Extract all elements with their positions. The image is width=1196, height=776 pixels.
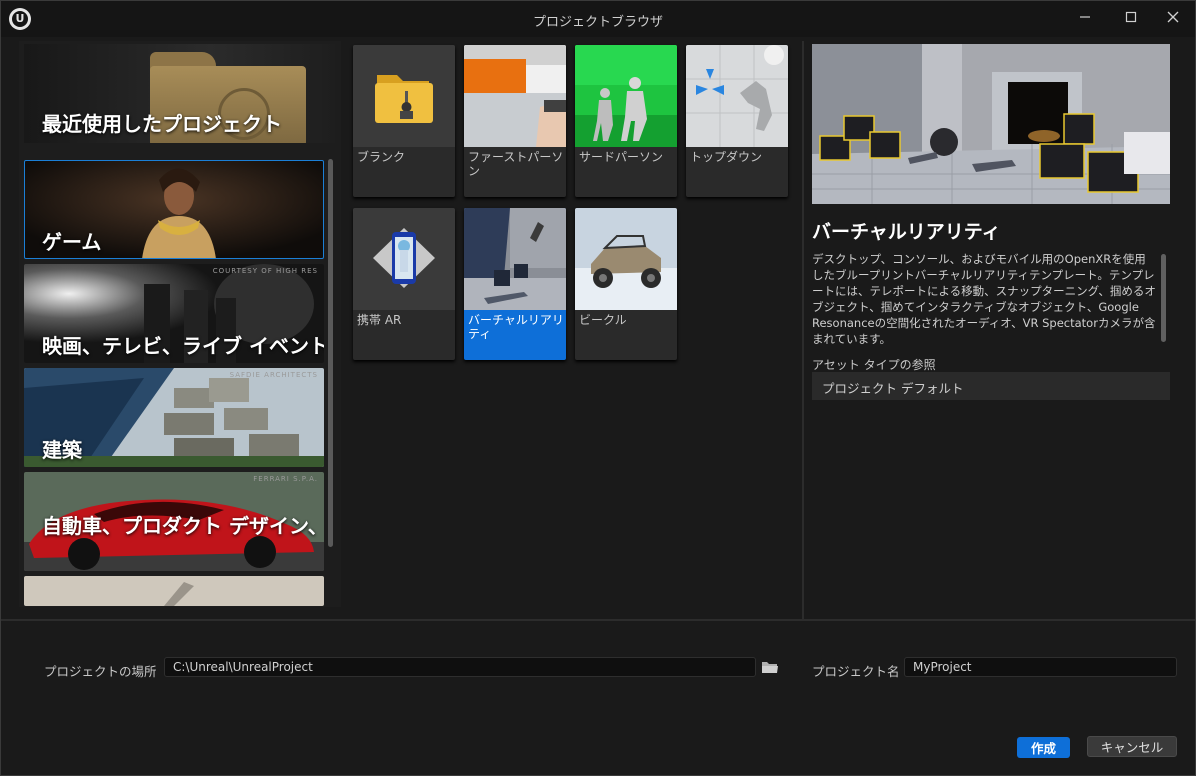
template-label-first-person: ファーストパーソン: [468, 150, 564, 178]
template-label-virtual-reality: バーチャルリアリティ: [468, 313, 564, 341]
category-panel: 最近使用したプロジェクト ゲーム COURTESY OF HIGH RES 映画…: [19, 41, 341, 607]
folder-icon: [375, 75, 433, 123]
template-title: バーチャルリアリティ: [812, 221, 1001, 243]
template-label-third-person: サードパーソン: [579, 150, 664, 164]
browse-folder-icon[interactable]: [761, 660, 779, 674]
cancel-button[interactable]: キャンセル: [1087, 736, 1177, 757]
minimize-icon[interactable]: [1063, 1, 1107, 33]
first-person-thumbnail: [464, 45, 566, 147]
description-scrollbar[interactable]: [1161, 254, 1166, 342]
category-item-film[interactable]: COURTESY OF HIGH RES 映画、テレビ、ライブ イベント: [24, 264, 324, 363]
category-label-games: ゲーム: [42, 230, 102, 254]
project-location-label: プロジェクトの場所: [44, 664, 157, 679]
template-tile-first-person[interactable]: ファーストパーソン: [464, 45, 566, 197]
project-location-input[interactable]: [164, 657, 756, 677]
project-name-label: プロジェクト名: [812, 664, 900, 679]
template-preview-image: [812, 44, 1170, 204]
template-label-handheld-ar: 携帯 AR: [357, 313, 402, 327]
asset-type-label: アセット タイプの参照: [812, 358, 936, 372]
template-tile-top-down[interactable]: トップダウン: [686, 45, 788, 197]
category-item-architecture[interactable]: SAFDIE ARCHITECTS 建築: [24, 368, 324, 467]
panel-divider: [802, 41, 804, 619]
template-label-top-down: トップダウン: [690, 150, 763, 164]
template-tile-virtual-reality[interactable]: バーチャルリアリティ: [464, 208, 566, 360]
category-label-automotive: 自動車、プロダクト デザイン、製造: [42, 514, 324, 538]
category-item-games[interactable]: ゲーム: [24, 160, 324, 259]
maximize-icon[interactable]: [1109, 1, 1153, 33]
create-button[interactable]: 作成: [1017, 737, 1070, 758]
category-label-film: 映画、テレビ、ライブ イベント: [42, 334, 324, 358]
template-tile-third-person[interactable]: サードパーソン: [575, 45, 677, 197]
category-item-automotive[interactable]: FERRARI S.P.A. 自動車、プロダクト デザイン、製造: [24, 472, 324, 571]
automotive-credit: FERRARI S.P.A.: [253, 475, 318, 483]
window-title: プロジェクトブラウザ: [532, 15, 663, 30]
template-tile-vehicle[interactable]: ビークル: [575, 208, 677, 360]
vehicle-thumbnail: [575, 208, 677, 310]
film-credit: COURTESY OF HIGH RES: [212, 267, 318, 275]
asset-type-value: プロジェクト デフォルト: [822, 381, 964, 396]
template-label-blank: ブランク: [357, 150, 406, 164]
template-tile-handheld-ar[interactable]: 携帯 AR: [353, 208, 455, 360]
recent-projects-label: 最近使用したプロジェクト: [42, 112, 282, 136]
close-icon[interactable]: [1151, 1, 1195, 33]
template-tile-blank[interactable]: ブランク: [353, 45, 455, 197]
category-label-architecture: 建築: [42, 438, 82, 462]
top-down-thumbnail: [686, 45, 788, 147]
recent-projects-tile[interactable]: 最近使用したプロジェクト: [24, 44, 335, 143]
handheld-ar-thumbnail: [353, 208, 455, 310]
category-scrollbar[interactable]: [328, 159, 333, 547]
template-label-vehicle: ビークル: [579, 313, 627, 327]
simulation-thumbnail: [24, 576, 324, 606]
virtual-reality-thumbnail: [464, 208, 566, 310]
project-browser-window: U プロジェクトブラウザ 最近使用したプロジェクト ゲーム COURTESY O…: [0, 0, 1196, 776]
architecture-credit: SAFDIE ARCHITECTS: [229, 371, 318, 379]
template-description: デスクトップ、コンソール、およびモバイル用のOpenXRを使用したブループリント…: [812, 252, 1156, 346]
blank-thumbnail: [353, 45, 455, 147]
asset-type-dropdown[interactable]: プロジェクト デフォルト: [812, 372, 1170, 400]
phone-ar-icon: [373, 228, 435, 288]
project-name-input[interactable]: [904, 657, 1177, 677]
third-person-thumbnail: [575, 45, 677, 147]
category-list: ゲーム COURTESY OF HIGH RES 映画、テレビ、ライブ イベント: [24, 160, 324, 606]
title-bar: U プロジェクトブラウザ: [1, 1, 1195, 37]
category-item-simulation[interactable]: [24, 576, 324, 606]
bottom-divider: [1, 619, 1195, 621]
